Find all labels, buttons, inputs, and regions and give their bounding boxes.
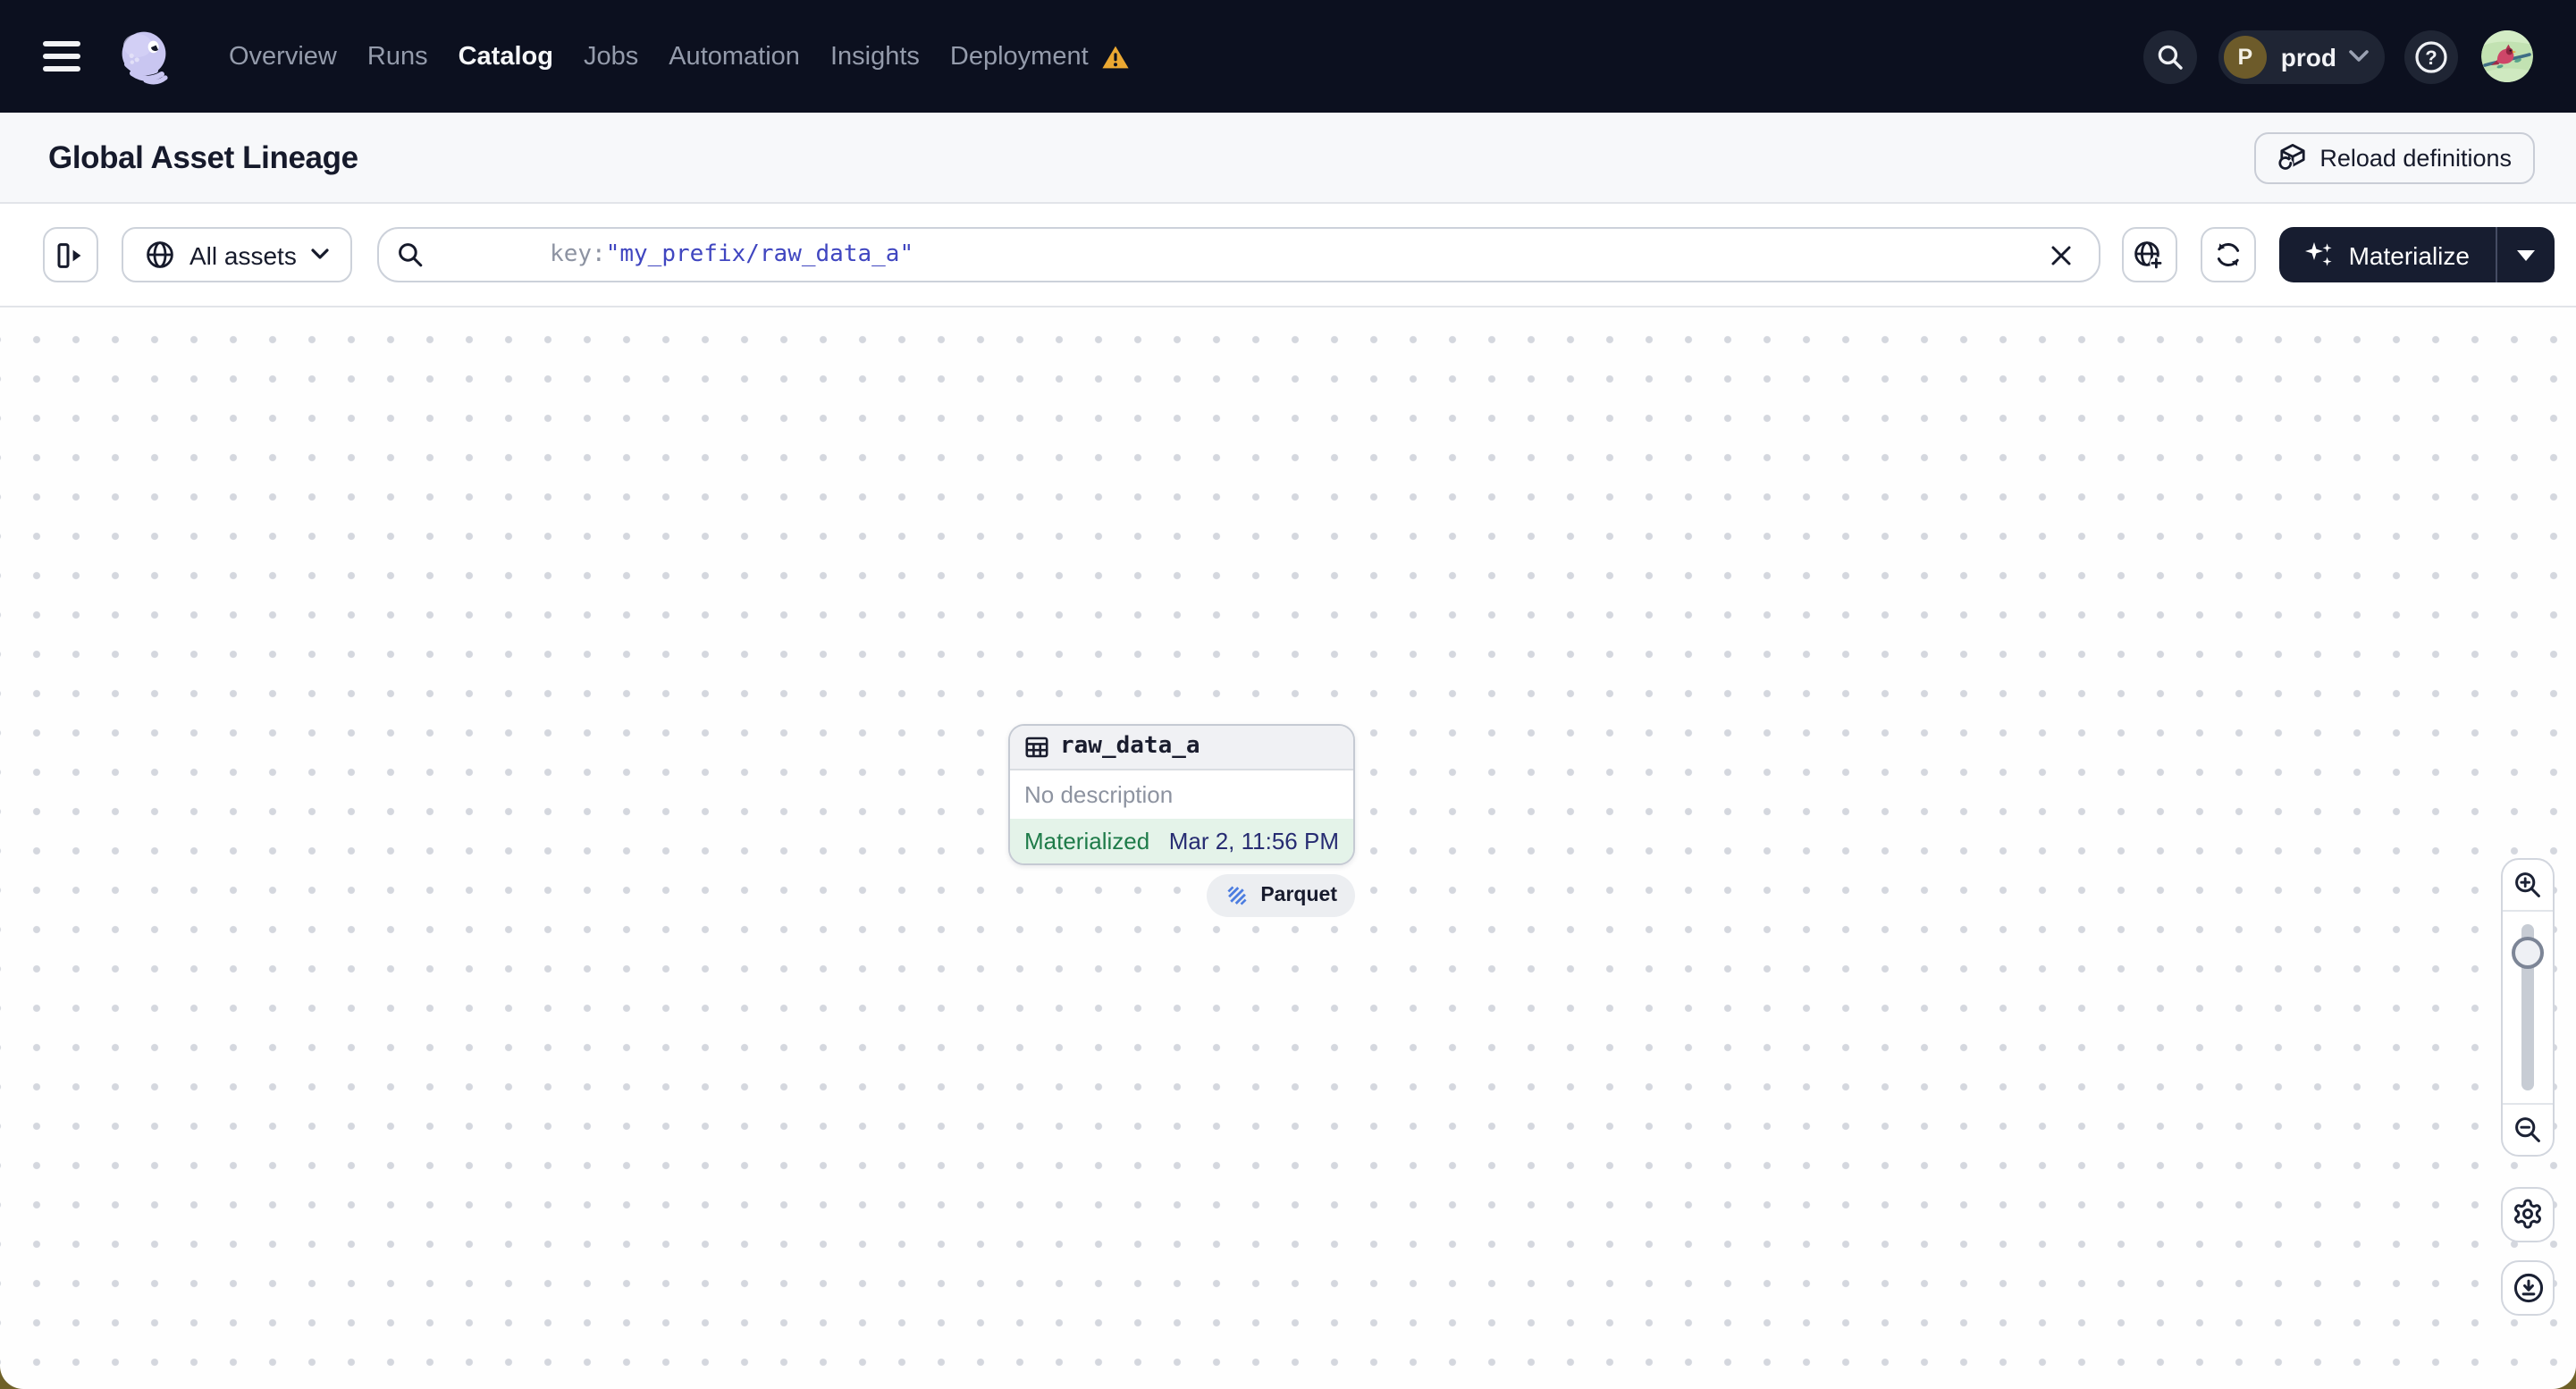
clear-search-button[interactable]	[2041, 235, 2081, 274]
user-avatar[interactable]	[2481, 30, 2533, 82]
open-left-panel-button[interactable]	[42, 227, 98, 282]
globe-icon	[147, 241, 173, 268]
nav-item-jobs[interactable]: Jobs	[584, 42, 638, 71]
reload-definitions-label: Reload definitions	[2319, 144, 2512, 171]
refresh-icon	[2217, 243, 2239, 266]
nav-item-runs[interactable]: Runs	[367, 42, 428, 71]
nav-item-insights[interactable]: Insights	[830, 42, 920, 71]
hamburger-menu-icon[interactable]	[43, 41, 80, 72]
canvas-rounded-corner-right	[2553, 1365, 2576, 1388]
graph-settings-button[interactable]	[2501, 1186, 2555, 1242]
zoom-in-button[interactable]	[2503, 860, 2553, 912]
canvas-rounded-corner-left	[0, 1365, 23, 1388]
nav-item-catalog[interactable]: Catalog	[459, 42, 553, 71]
materialize-button-group: Materialize	[2278, 227, 2554, 282]
asset-status-label: Materialized	[1024, 827, 1150, 854]
asset-kind-tag-parquet[interactable]: Parquet	[1207, 874, 1355, 917]
globe-plus-icon	[2134, 240, 2164, 269]
download-icon	[2513, 1272, 2543, 1302]
primary-nav: Overview Runs Catalog Jobs Automation In…	[229, 42, 1130, 71]
asset-materialized-timestamp: Mar 2, 11:56 PM	[1168, 827, 1339, 854]
asset-name: raw_data_a	[1060, 733, 1200, 761]
nav-item-overview[interactable]: Overview	[229, 42, 337, 71]
refresh-button[interactable]	[2200, 227, 2256, 282]
search-query-prefix: key:	[550, 241, 606, 268]
asset-node-header: raw_data_a	[1010, 725, 1353, 770]
asset-scope-label: All assets	[189, 240, 297, 269]
zoom-slider-handle[interactable]	[2512, 937, 2544, 969]
asset-node-raw-data-a[interactable]: raw_data_a No description Materialized M…	[1008, 723, 1355, 865]
materialize-label: Materialize	[2348, 240, 2470, 269]
zoom-slider[interactable]	[2503, 912, 2553, 1103]
dagster-logo[interactable]	[114, 26, 175, 87]
deployment-name: prod	[2280, 42, 2336, 71]
asset-kind-label: Parquet	[1260, 885, 1337, 906]
materialize-button[interactable]: Materialize	[2279, 227, 2495, 282]
page-title: Global Asset Lineage	[48, 139, 358, 174]
deployment-initial-badge: P	[2223, 35, 2267, 78]
close-icon	[2051, 245, 2071, 265]
search-query-value: "my_prefix/raw_data_a"	[605, 241, 914, 268]
materialize-options-button[interactable]	[2495, 227, 2554, 282]
view-full-graph-button[interactable]	[2121, 227, 2177, 282]
chevron-down-icon	[311, 248, 329, 259]
download-image-button[interactable]	[2501, 1259, 2555, 1315]
global-search-button[interactable]	[2142, 29, 2197, 83]
nav-item-automation[interactable]: Automation	[669, 42, 800, 71]
search-icon	[2158, 44, 2183, 69]
asset-description: No description	[1024, 780, 1174, 808]
asset-node-status-bar: Materialized Mar 2, 11:56 PM	[1010, 818, 1353, 863]
help-button[interactable]: ?	[2404, 29, 2458, 83]
nav-item-deployment[interactable]: Deployment	[950, 42, 1130, 71]
search-icon	[398, 243, 423, 267]
asset-scope-dropdown[interactable]: All assets	[122, 227, 352, 282]
parquet-icon	[1227, 886, 1247, 905]
chevron-down-icon	[2349, 50, 2369, 62]
lineage-toolbar: All assets key:"my_prefix/raw_data_a" Ma…	[0, 204, 2576, 307]
zoom-out-button[interactable]	[2503, 1103, 2553, 1155]
zoom-in-icon	[2515, 872, 2540, 897]
warning-icon	[1102, 45, 1129, 68]
sparkles-icon	[2304, 242, 2332, 266]
svg-text:?: ?	[2425, 46, 2437, 68]
reload-definitions-icon	[2277, 143, 2304, 172]
lineage-canvas[interactable]: raw_data_a No description Materialized M…	[0, 307, 2576, 1388]
reload-definitions-button[interactable]: Reload definitions	[2253, 131, 2535, 183]
gear-icon	[2514, 1199, 2541, 1229]
nav-right-cluster: P prod ?	[2142, 29, 2533, 83]
zoom-control-group	[2501, 858, 2555, 1157]
asset-search-input[interactable]: key:"my_prefix/raw_data_a"	[376, 227, 2100, 282]
app-window: Overview Runs Catalog Jobs Automation In…	[0, 0, 2576, 1389]
panel-expand-icon	[58, 242, 81, 267]
deployment-switcher[interactable]: P prod	[2218, 29, 2385, 83]
top-nav: Overview Runs Catalog Jobs Automation In…	[0, 0, 2576, 113]
help-icon: ?	[2415, 40, 2447, 72]
table-icon	[1025, 737, 1048, 757]
page-header: Global Asset Lineage Reload definitions	[0, 113, 2576, 204]
caret-down-icon	[2516, 249, 2534, 260]
zoom-out-icon	[2515, 1117, 2540, 1142]
asset-node-body: No description	[1010, 770, 1353, 818]
